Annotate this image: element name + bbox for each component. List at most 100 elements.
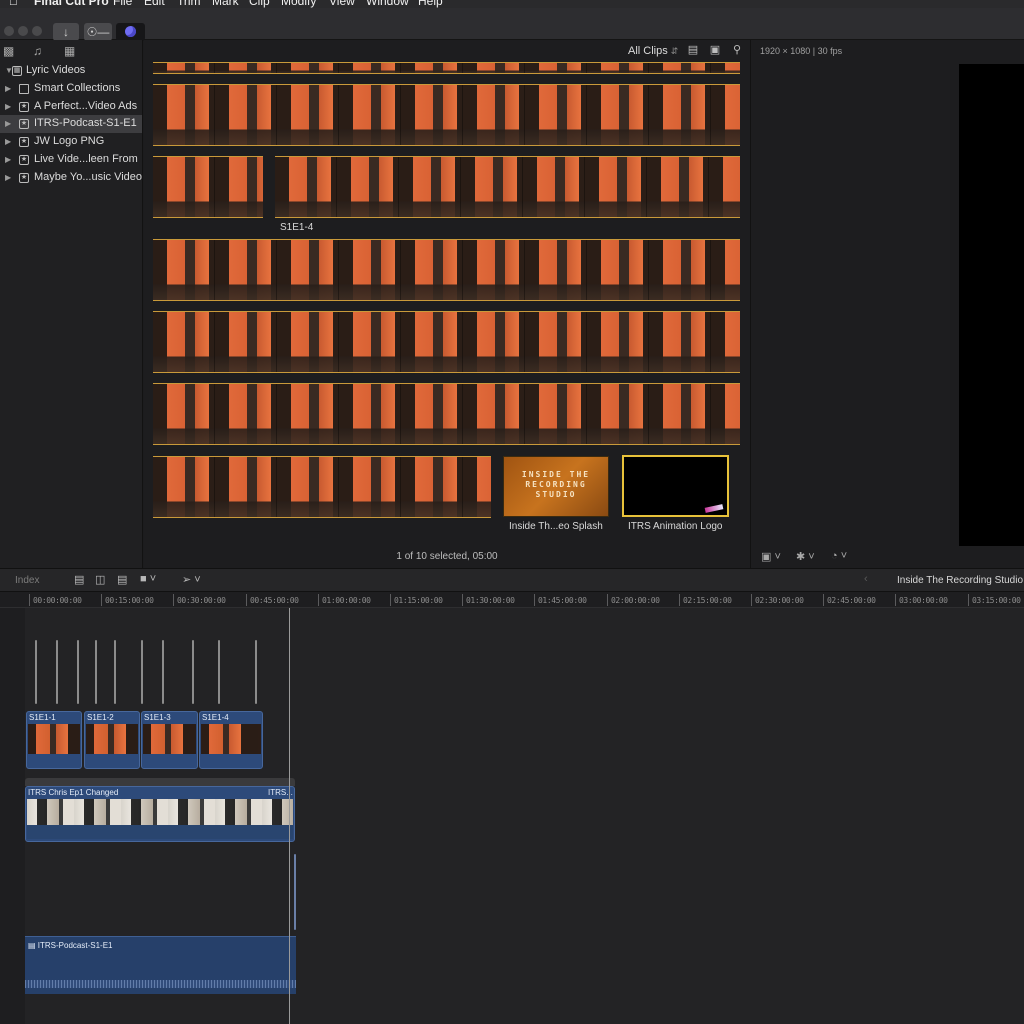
ruler-tick: 03:00:00:00 <box>895 594 948 606</box>
disclosure-right-icon[interactable]: ▶ <box>5 98 11 116</box>
sidebar-item-event-selected[interactable]: ▶ ★ ITRS-Podcast-S1-E1 <box>0 115 142 134</box>
library-lyric-videos[interactable]: ▼ ▦ Lyric Videos <box>0 62 142 80</box>
zoom-window-button[interactable] <box>32 26 42 36</box>
clip-filmstrip[interactable] <box>153 311 740 373</box>
clip-filmstrip[interactable] <box>153 383 740 445</box>
disclosure-right-icon[interactable]: ▶ <box>5 133 11 151</box>
sidebar-item-label: ITRS-Podcast-S1-E1 <box>34 117 137 130</box>
sidebar-item-event[interactable]: ▶ ★ JW Logo PNG <box>0 133 142 151</box>
clip-thumbnails <box>28 724 80 754</box>
menu-edit[interactable]: Edit <box>144 0 165 8</box>
filmstrip-view-icon[interactable]: ▣ <box>709 44 721 56</box>
clip-audio-waveform <box>27 825 293 839</box>
timeline[interactable]: S1E1-1 S1E1-2 S1E1-3 S1E1-4 ITRS Chris E… <box>0 608 1024 1024</box>
timeline-ruler[interactable]: 00:00:00:00 00:15:00:00 00:30:00:00 00:4… <box>0 592 1024 608</box>
playhead[interactable] <box>289 608 290 1024</box>
menu-clip[interactable]: Clip <box>249 0 270 8</box>
timeline-clip-s1e1-2[interactable]: S1E1-2 <box>84 711 140 769</box>
transform-tools-icon[interactable]: ✱ ˅ <box>796 550 815 563</box>
connected-clip-stick[interactable] <box>255 640 257 704</box>
connected-clip-stick[interactable] <box>141 640 143 704</box>
connected-clip-stick[interactable] <box>162 640 164 704</box>
connected-clip-stick[interactable] <box>95 640 97 704</box>
timeline-clip-label: S1E1-2 <box>87 713 114 722</box>
append-clip-icon[interactable]: ▤ <box>117 573 127 586</box>
clip-filmstrip[interactable] <box>153 456 491 518</box>
menu-trim[interactable]: Trim <box>177 0 201 8</box>
viewer-canvas[interactable] <box>959 64 1024 546</box>
clip-logo-thumbnail-selected[interactable] <box>622 455 729 517</box>
sidebar-item-label: A Perfect...Video Ads <box>34 99 138 112</box>
menu-modify[interactable]: Modify <box>281 0 316 8</box>
connected-clip-stick[interactable] <box>56 640 58 704</box>
connected-clip-stick[interactable] <box>35 640 37 704</box>
connected-clip-stick[interactable] <box>114 640 116 704</box>
connected-clip-stick[interactable] <box>77 640 79 704</box>
overwrite-clip-icon[interactable]: ■ ˅ <box>140 573 156 585</box>
connected-clip-stick[interactable] <box>192 640 194 704</box>
storyline-bar[interactable] <box>25 778 295 786</box>
ruler-tick: 03:15:00:00 <box>968 594 1021 606</box>
insert-clip-icon[interactable]: ◫ <box>95 573 105 586</box>
retime-speed-icon[interactable]: ◔ ˅ <box>831 550 847 562</box>
view-options-icon[interactable]: ▣ ˅ <box>761 550 781 563</box>
clip-filmstrip[interactable] <box>153 239 740 301</box>
menu-window[interactable]: Window <box>366 0 409 8</box>
menu-mark[interactable]: Mark <box>212 0 239 8</box>
menu-help[interactable]: Help <box>418 0 443 8</box>
timeline-gutter <box>0 608 25 1024</box>
sidebar-item-event[interactable]: ▶ ★ A Perfect...Video Ads <box>0 98 142 116</box>
clip-thumbnails <box>86 724 138 754</box>
timeline-clip-primary[interactable]: ITRS Chris Ep1 Changed ITRS... <box>25 786 295 842</box>
clip-thumbnails <box>201 724 261 754</box>
connected-clip-stick[interactable] <box>218 640 220 704</box>
select-tool-icon[interactable]: ➢ ˅ <box>182 573 201 586</box>
background-tasks-button[interactable] <box>116 23 145 41</box>
timeline-clip-s1e1-4[interactable]: S1E1-4 <box>199 711 263 769</box>
sidebar-item-smart-collections[interactable]: ▶ Smart Collections <box>0 80 142 98</box>
clip-filmstrip-s1e1-4[interactable] <box>275 156 740 218</box>
timeline-clip-label: ITRS Chris Ep1 Changed <box>28 788 119 797</box>
back-arrow-icon[interactable]: ‹ <box>864 573 868 585</box>
timeline-clip-s1e1-1[interactable]: S1E1-1 <box>26 711 82 769</box>
download-icon: ↓ <box>63 25 69 39</box>
disclosure-right-icon[interactable]: ▶ <box>5 115 11 133</box>
clip-filmstrip[interactable] <box>153 62 740 74</box>
apple-menu-icon[interactable]:  <box>9 0 18 8</box>
sidebar-item-event[interactable]: ▶ ★ Live Vide...leen From <box>0 151 142 169</box>
menu-view[interactable]: View <box>329 0 355 8</box>
ruler-tick: 02:15:00:00 <box>679 594 732 606</box>
browser-header: All Clips ⇵ ▤ ▣ ⚲ <box>144 40 750 62</box>
minimize-window-button[interactable] <box>18 26 28 36</box>
disclosure-right-icon[interactable]: ▶ <box>5 151 11 169</box>
disclosure-right-icon[interactable]: ▶ <box>5 80 11 98</box>
ruler-tick: 01:00:00:00 <box>318 594 371 606</box>
timeline-clip-label: S1E1-1 <box>29 713 56 722</box>
clip-appearance-icon[interactable]: ▤ <box>687 44 699 56</box>
titles-generators-icon[interactable]: ▦ <box>64 44 75 58</box>
media-browser-icon[interactable]: ▩ <box>3 44 14 58</box>
search-icon[interactable]: ⚲ <box>731 44 743 56</box>
audio-clip[interactable]: ▤ ITRS-Podcast-S1-E1 <box>25 936 296 994</box>
viewer-format-info: 1920 × 1080 | 30 fps <box>760 46 843 56</box>
index-button[interactable]: Index <box>15 575 39 586</box>
connect-clip-icon[interactable]: ▤ <box>74 573 84 586</box>
close-window-button[interactable] <box>4 26 14 36</box>
clip-filmstrip[interactable] <box>153 84 740 146</box>
clip-splash-thumbnail[interactable]: INSIDE THE RECORDING STUDIO <box>503 456 609 517</box>
disclosure-right-icon[interactable]: ▶ <box>5 169 11 187</box>
photos-audio-icon[interactable]: ♫ <box>33 44 42 58</box>
clip-filter-dropdown[interactable]: All Clips ⇵ <box>628 45 678 57</box>
clip-filmstrip[interactable] <box>153 156 263 218</box>
keyword-editor-button[interactable]: ☉— <box>84 23 112 41</box>
menu-file[interactable]: File <box>113 0 132 8</box>
ruler-tick: 02:00:00:00 <box>607 594 660 606</box>
timeline-clip-s1e1-3[interactable]: S1E1-3 <box>141 711 198 769</box>
ruler-tick: 01:30:00:00 <box>462 594 515 606</box>
sidebar-item-event[interactable]: ▶ ★ Maybe Yo...usic Video <box>0 169 142 187</box>
connected-clip-stick[interactable] <box>294 854 296 930</box>
clip-thumbnails <box>143 724 196 754</box>
menu-app-name[interactable]: Final Cut Pro <box>34 0 109 8</box>
import-button[interactable]: ↓ <box>53 23 79 41</box>
audio-clip-label: ▤ ITRS-Podcast-S1-E1 <box>28 941 113 950</box>
